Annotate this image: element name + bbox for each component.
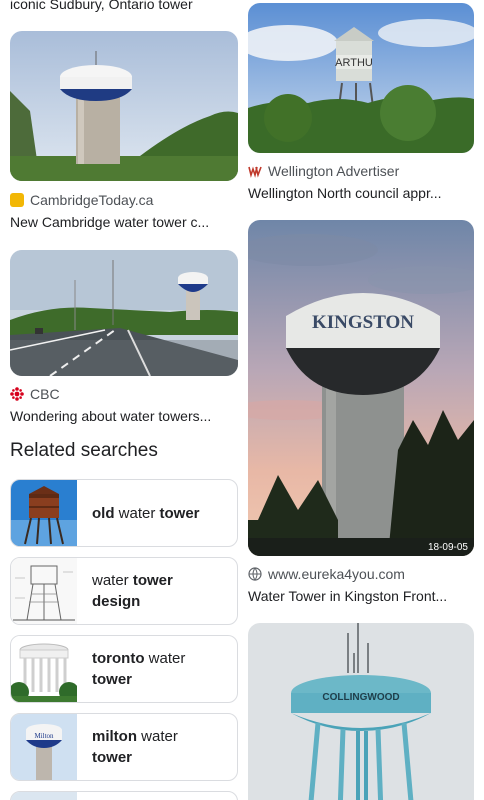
related-search-label: water tower design [92,572,173,610]
result-image-collingwood[interactable]: COLLINGWOOD [248,623,474,800]
svg-text:COLLINGWOOD: COLLINGWOOD [322,692,399,703]
svg-text:KINGSTON: KINGSTON [312,312,414,333]
result-source-eureka[interactable]: www.eureka4you.com [248,564,405,584]
related-search-old-water-tower[interactable]: old water tower [10,479,238,547]
collingwood-tower-photo: COLLINGWOOD [248,623,474,800]
highway-tower-photo [10,250,238,376]
source-name: CambridgeToday.ca [30,192,154,208]
result-title-cbc[interactable]: Wondering about water towers... [10,407,238,426]
related-searches-heading: Related searches [10,440,158,461]
svg-text:ARTHU: ARTHU [335,57,373,69]
result-image-cbc[interactable] [10,250,238,376]
result-title-kingston[interactable]: Water Tower in Kingston Front... [248,587,474,606]
result-image-kingston[interactable]: KINGSTON 18-09-05 [248,220,474,556]
related-search-toronto-water-tower[interactable]: toronto water tower [10,635,238,703]
cambridgetoday-favicon-icon [10,193,24,207]
source-name: CBC [30,386,60,402]
toronto-water-tower-thumbnail [11,636,77,702]
result-image-cambridge[interactable] [10,31,238,181]
cambridge-tower-photo [10,31,238,181]
wellington-tower-photo: ARTHU [248,3,474,153]
milton-water-tower-thumbnail: Milton [11,714,77,780]
source-name: Wellington Advertiser [268,163,400,179]
wellington-advertiser-favicon-icon [248,164,262,178]
water-tower-design-thumbnail [11,558,77,624]
result-title-wellington[interactable]: Wellington North council appr... [248,184,474,203]
result-image-wellington[interactable]: ARTHU [248,3,474,153]
partial-thumbnail [11,792,77,800]
related-search-label: toronto water tower [92,650,186,688]
related-search-water-tower-design[interactable]: water tower design [10,557,238,625]
related-search-milton-water-tower[interactable]: Milton milton water tower [10,713,238,781]
result-source-cambridge[interactable]: CambridgeToday.ca [10,190,153,210]
globe-icon [248,567,262,581]
related-search-label: old water tower [92,504,200,522]
result-caption-top[interactable]: iconic Sudbury, Ontario tower [10,0,238,14]
related-search-label: milton water tower [92,728,178,766]
svg-text:18-09-05: 18-09-05 [428,542,468,553]
kingston-tower-photo: KINGSTON 18-09-05 [248,220,474,556]
old-water-tower-thumbnail [11,480,77,546]
result-source-cbc[interactable]: CBC [10,384,60,404]
source-name: www.eureka4you.com [268,566,405,582]
svg-text:Milton: Milton [34,732,54,740]
result-title-cambridge[interactable]: New Cambridge water tower c... [10,213,238,232]
related-search-partial[interactable] [10,791,238,800]
cbc-gem-icon [10,387,24,401]
result-source-wellington[interactable]: Wellington Advertiser [248,161,399,181]
